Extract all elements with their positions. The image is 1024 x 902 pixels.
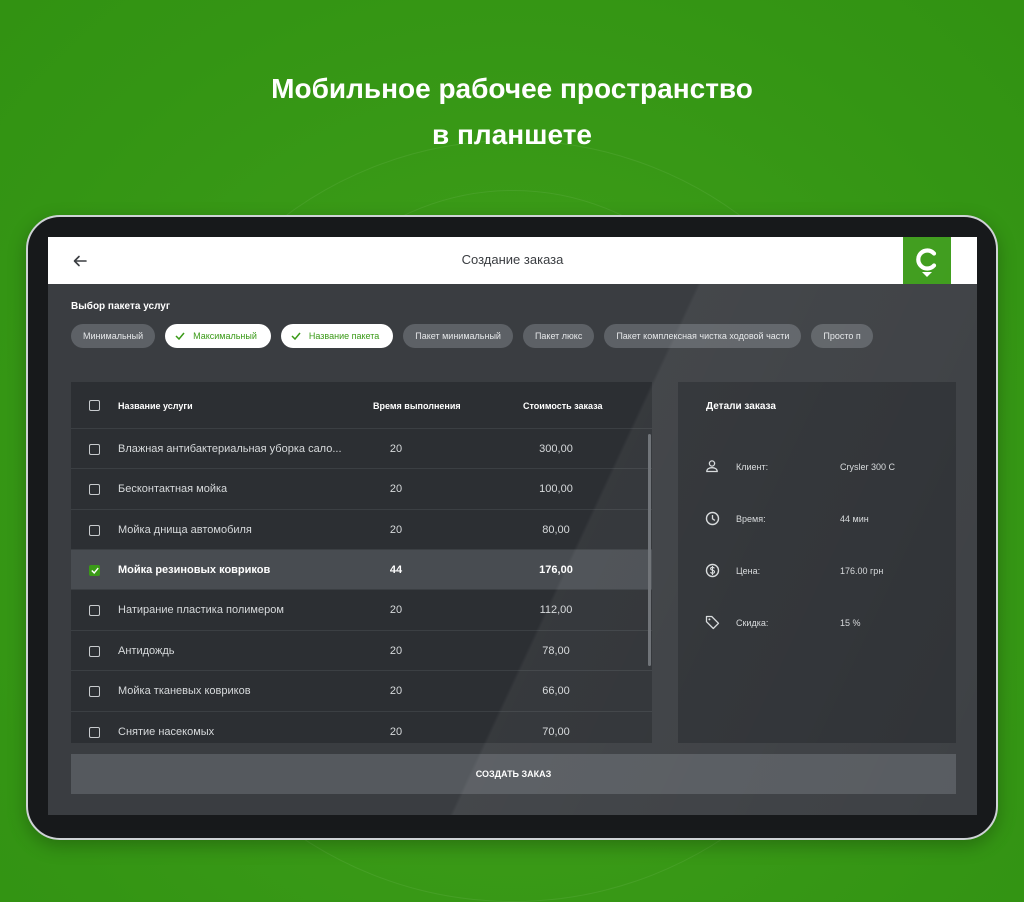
chip-package[interactable]: Минимальный	[71, 324, 156, 348]
service-price: 176,00	[539, 564, 573, 576]
row-checkbox[interactable]	[89, 646, 100, 657]
table-row[interactable]: Снятие насекомых 20 70,00	[71, 711, 652, 743]
chip-label: Название пакета	[308, 331, 380, 341]
chip-label: Пакет люкс	[534, 331, 583, 341]
row-checkbox[interactable]	[89, 444, 100, 455]
row-checkbox[interactable]	[89, 727, 100, 738]
service-name: Натирание пластика полимером	[118, 604, 284, 616]
chip-package[interactable]: Пакет комплексная чистка ходовой части	[604, 324, 802, 348]
detail-value: 176.00 грн	[840, 566, 884, 576]
chip-label: Пакет комплексная чистка ходовой части	[616, 331, 790, 341]
column-header-name: Название услуги	[118, 401, 193, 411]
detail-price: Цена: 176.00 грн	[704, 562, 944, 580]
service-time: 20	[389, 443, 403, 455]
table-row[interactable]: Мойка днища автомобиля 20 80,00	[71, 509, 652, 549]
service-time: 20	[389, 604, 403, 616]
detail-value: Crysler 300 C	[840, 462, 896, 472]
column-header-price: Стоимость заказа	[523, 401, 603, 411]
service-price: 300,00	[539, 443, 573, 455]
service-name: Влажная антибактериальная уборка сало...	[118, 443, 342, 455]
service-name: Мойка днища автомобиля	[118, 524, 252, 536]
create-order-button[interactable]: СОЗДАТЬ ЗАКАЗ	[71, 754, 956, 794]
services-table: Название услуги Время выполнения Стоимос…	[71, 382, 652, 743]
service-time: 20	[389, 685, 403, 697]
packages-label: Выбор пакета услуг	[71, 301, 171, 312]
row-checkbox-checked[interactable]	[89, 565, 100, 576]
service-price: 78,00	[542, 645, 570, 657]
service-price: 80,00	[542, 524, 570, 536]
detail-label: Скидка:	[736, 618, 769, 628]
detail-label: Цена:	[736, 566, 761, 576]
table-header: Название услуги Время выполнения Стоимос…	[71, 382, 652, 428]
page-title: Создание заказа	[461, 252, 564, 267]
order-details-panel: Детали заказа Клиент: Crysler 300 C Врем…	[678, 382, 956, 743]
detail-label: Время:	[736, 514, 766, 524]
service-time: 44	[389, 564, 403, 576]
chip-package[interactable]: Просто п	[811, 324, 873, 348]
service-price: 112,00	[539, 604, 573, 616]
table-row-selected[interactable]: Мойка резиновых ковриков 44 176,00	[71, 549, 652, 589]
person-icon	[704, 458, 720, 474]
service-name: Антидождь	[118, 645, 175, 657]
table-row[interactable]: Антидождь 20 78,00	[71, 630, 652, 670]
chip-package-selected[interactable]: Название пакета	[280, 324, 394, 348]
service-name: Мойка тканевых ковриков	[118, 685, 251, 697]
chip-label: Пакет минимальный	[415, 331, 501, 341]
detail-label: Клиент:	[736, 462, 769, 472]
table-scrollbar[interactable]	[648, 434, 651, 666]
app-bar: Создание заказа	[48, 237, 977, 284]
service-name: Снятие насекомых	[118, 726, 215, 738]
clock-icon	[704, 510, 720, 526]
service-time: 20	[389, 645, 403, 657]
row-checkbox[interactable]	[89, 605, 100, 616]
row-checkbox[interactable]	[89, 686, 100, 697]
chip-label: Просто п	[823, 331, 861, 341]
service-name: Мойка резиновых ковриков	[118, 564, 271, 576]
column-header-time: Время выполнения	[373, 401, 461, 411]
tag-icon	[704, 614, 720, 630]
tablet-screen: Создание заказа Выбор пакета услуг Миним…	[48, 237, 977, 815]
chip-label: Максимальный	[193, 331, 257, 341]
details-title: Детали заказа	[706, 401, 776, 412]
table-row[interactable]: Влажная антибактериальная уборка сало...…	[71, 428, 652, 468]
dollar-icon	[704, 562, 720, 578]
headline-line-2: в планшете	[431, 119, 592, 150]
detail-time: Время: 44 мин	[704, 510, 944, 528]
row-checkbox[interactable]	[89, 484, 100, 495]
check-icon	[90, 567, 99, 574]
service-price: 100,00	[539, 483, 573, 495]
service-time: 20	[389, 524, 403, 536]
service-time: 20	[389, 726, 403, 738]
app-logo	[903, 237, 951, 284]
check-icon	[175, 332, 185, 340]
table-row[interactable]: Бесконтактная мойка 20 100,00	[71, 468, 652, 508]
row-checkbox[interactable]	[89, 525, 100, 536]
chip-package-selected[interactable]: Максимальный	[165, 324, 271, 348]
detail-discount: Скидка: 15 %	[704, 614, 944, 632]
service-price: 66,00	[542, 685, 570, 697]
detail-value: 15 %	[840, 618, 861, 628]
headline-line-1: Мобильное рабочее пространство	[271, 73, 753, 104]
service-price: 70,00	[542, 726, 570, 738]
chip-package[interactable]: Пакет люкс	[522, 324, 595, 348]
table-row[interactable]: Мойка тканевых ковриков 20 66,00	[71, 670, 652, 710]
service-time: 20	[389, 483, 403, 495]
logo-icon	[916, 247, 937, 277]
detail-client: Клиент: Crysler 300 C	[704, 458, 944, 476]
package-chips: Минимальный Максимальный Название пакета…	[71, 324, 873, 348]
table-row[interactable]: Натирание пластика полимером 20 112,00	[71, 589, 652, 629]
detail-value: 44 мин	[840, 514, 869, 524]
chip-label: Минимальный	[83, 331, 144, 341]
headline: Мобильное рабочее пространство в планшет…	[0, 66, 1024, 158]
chip-package[interactable]: Пакет минимальный	[403, 324, 513, 348]
check-icon	[291, 332, 301, 340]
service-name: Бесконтактная мойка	[118, 483, 228, 495]
select-all-checkbox[interactable]	[89, 400, 100, 411]
